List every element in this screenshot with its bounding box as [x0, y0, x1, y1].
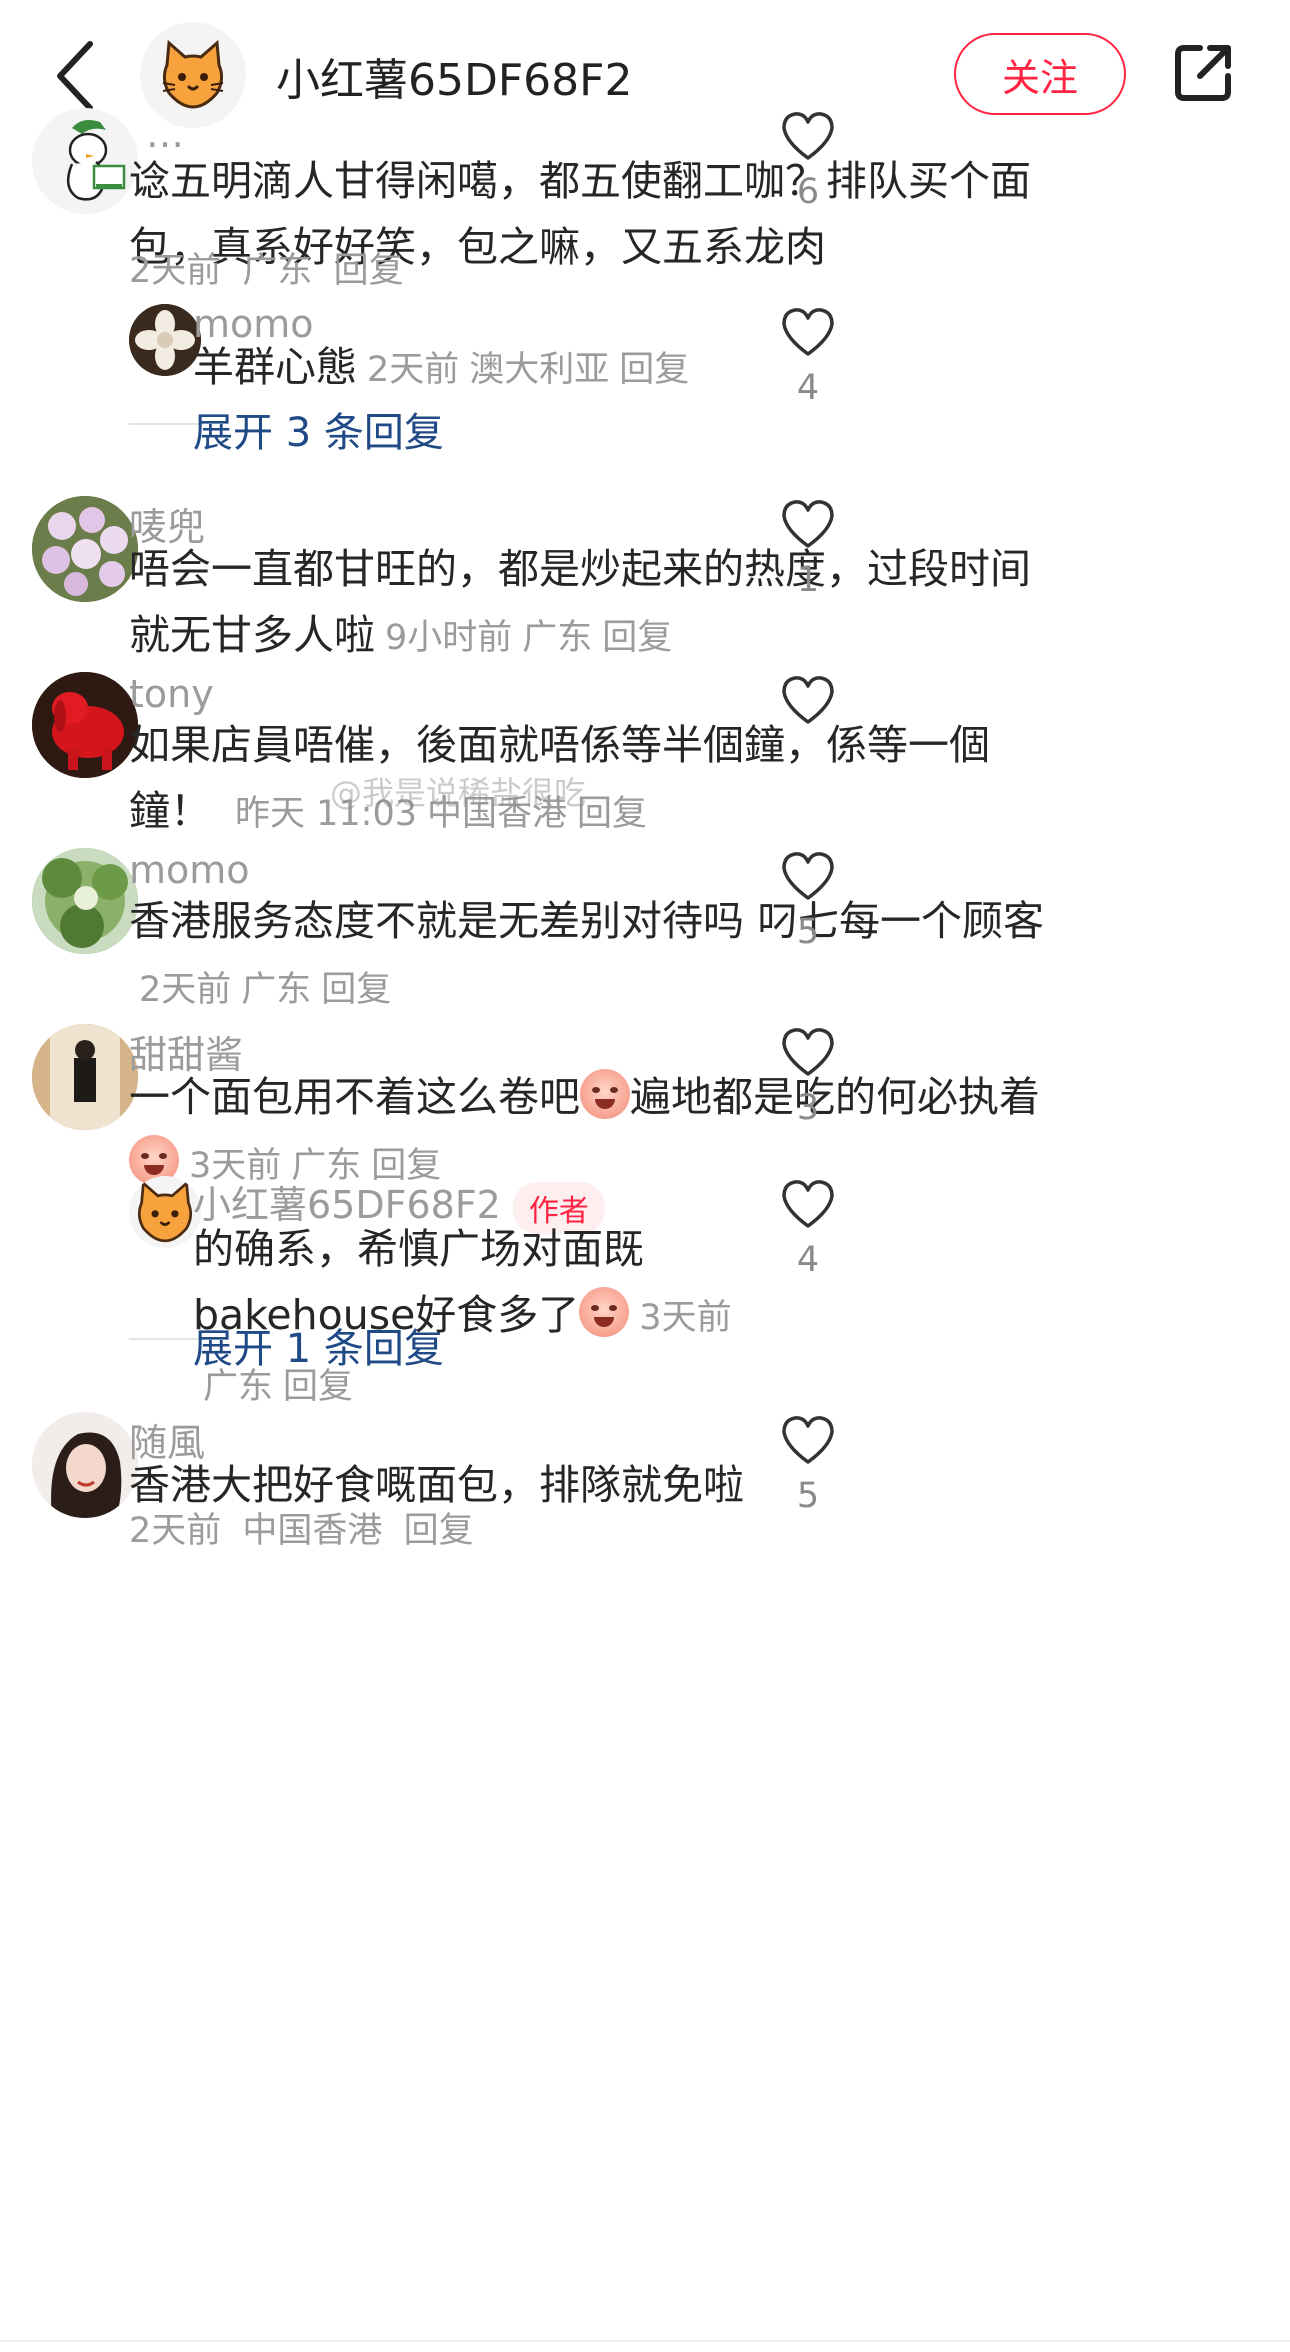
like-button[interactable]: 5 — [768, 850, 848, 952]
heart-outline-icon — [782, 676, 834, 724]
like-button[interactable]: 1 — [768, 498, 848, 600]
avatar[interactable] — [32, 672, 138, 778]
avatar[interactable] — [32, 1412, 138, 1518]
trees-avatar-icon — [32, 848, 138, 954]
heart-outline-icon — [782, 1028, 834, 1076]
like-count: 5 — [796, 1476, 820, 1516]
like-count: 4 — [796, 368, 820, 408]
like-button[interactable]: 6 — [768, 110, 848, 212]
comment-text: 香港服务态度不就是无差别对待吗 叼七每一个顾客 — [129, 897, 1045, 945]
red-dog-avatar-icon — [32, 672, 138, 778]
like-count: 3 — [796, 1088, 820, 1128]
page-title: 小红薯65DF68F2 — [276, 55, 633, 106]
back-button[interactable] — [50, 36, 100, 116]
comment-time: 2天前 — [129, 1511, 222, 1551]
peach-face-icon — [579, 1287, 630, 1337]
reply-button[interactable]: 回复 — [619, 350, 689, 390]
expand-replies-button[interactable]: 展开 1 条回复 — [193, 1316, 444, 1374]
like-button[interactable]: 3 — [768, 1026, 848, 1128]
reply-button[interactable]: 回复 — [602, 618, 672, 658]
divider — [129, 423, 203, 425]
like-count: 4 — [796, 1240, 820, 1280]
heart-outline-icon — [782, 308, 834, 356]
comment-location: 广东 — [241, 970, 312, 1010]
comment-text-line: 香港服务态度不就是无差别对待吗 叼七每一个顾客 2天前 广东 回复 — [129, 888, 1049, 1023]
share-button[interactable] — [1170, 40, 1236, 106]
comment-location: 中国香港 — [242, 1511, 383, 1551]
heart-outline-icon — [782, 1416, 834, 1464]
avatar[interactable] — [32, 848, 138, 954]
comment-time: 2天前 — [139, 970, 232, 1010]
cat-avatar-icon — [137, 1180, 193, 1243]
comment-username[interactable]: tony — [129, 672, 214, 716]
flower-avatar-icon — [129, 304, 201, 376]
expand-replies-button[interactable]: 展开 3 条回复 — [193, 400, 444, 458]
mirror-selfie-avatar-icon — [32, 1024, 138, 1130]
watermark: @我是说稀盐很吃 — [330, 774, 587, 812]
roses-avatar-icon — [32, 496, 138, 602]
heart-outline-icon — [782, 852, 834, 900]
comment-location: 广东 — [242, 251, 313, 291]
like-count: 6 — [796, 172, 820, 212]
reply-time: 2天前 — [367, 350, 460, 390]
reply-button[interactable]: 回复 — [321, 970, 391, 1010]
avatar[interactable] — [32, 496, 138, 602]
share-icon — [1175, 45, 1231, 101]
avatar[interactable] — [32, 108, 138, 214]
avatar[interactable] — [129, 1176, 201, 1248]
reply-location: 澳大利亚 — [469, 350, 610, 390]
reply-button[interactable]: 回复 — [334, 251, 404, 291]
divider — [0, 2340, 1290, 2342]
divider — [129, 1338, 203, 1340]
like-button[interactable]: 4 — [768, 306, 848, 408]
comment-text-line: 如果店員唔催，後面就唔係等半個鐘，係等一個鐘！ 昨天 11:03 中国香港 回复 — [129, 712, 1049, 847]
comment-time: 2天前 — [129, 251, 222, 291]
avatar[interactable] — [129, 304, 201, 376]
portrait-avatar-icon — [32, 1412, 138, 1518]
reply-button[interactable]: 回复 — [577, 794, 647, 834]
cat-avatar-icon — [162, 39, 224, 109]
comment-text-line: 唔会一直都甘旺的，都是炒起来的热度，过段时间就无甘多人啦 9小时前 广东 回复 — [129, 536, 1049, 671]
comment-location: 广东 — [522, 618, 593, 658]
avatar[interactable] — [32, 1024, 138, 1130]
comment-meta: 2天前 中国香港 回复 — [129, 1502, 474, 1553]
like-button[interactable] — [768, 674, 848, 736]
comment-meta: 2天前 广东 回复 — [129, 242, 404, 293]
like-count: 1 — [796, 560, 820, 600]
chevron-left-icon — [57, 41, 93, 111]
reply-text-line: 羊群心態 2天前 澳大利亚 回复 — [193, 334, 753, 403]
comment-time: 9小时前 — [385, 618, 513, 658]
heart-outline-icon — [782, 1180, 834, 1228]
reply-text: 羊群心態 — [193, 343, 357, 391]
like-button[interactable]: 4 — [768, 1178, 848, 1280]
like-count: 5 — [796, 912, 820, 952]
like-button[interactable]: 5 — [768, 1414, 848, 1516]
follow-button[interactable]: 关注 — [954, 33, 1126, 115]
heart-outline-icon — [782, 112, 834, 160]
comment-username[interactable]: momo — [129, 848, 250, 892]
crying-face-icon — [580, 1069, 630, 1119]
reply-time: 3天前 — [639, 1298, 732, 1338]
comment-text: 一个面包用不着这么卷吧 — [129, 1073, 580, 1121]
top-bar: 小红薯65DF68F2 关注 — [0, 0, 1290, 150]
heart-outline-icon — [782, 500, 834, 548]
reply-button[interactable]: 回复 — [404, 1511, 474, 1551]
chicken-avatar-icon — [66, 120, 126, 201]
